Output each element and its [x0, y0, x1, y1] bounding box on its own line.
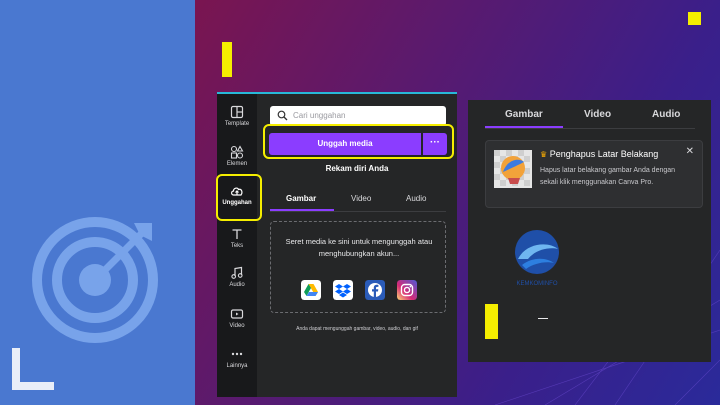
kominfo-logo: KEMKOMINFO	[515, 230, 559, 287]
yellow-accent-bar-bottom	[485, 304, 498, 339]
dropzone[interactable]: Seret media ke sini untuk mengunggah ata…	[270, 221, 446, 313]
text-icon	[232, 229, 242, 239]
instagram-icon[interactable]	[397, 280, 417, 300]
target-icon	[32, 217, 158, 343]
sidebar-rail: Template Elemen Unggahan Teks Audio Vide…	[217, 94, 257, 397]
promo-title: Penghapus Latar Belakang	[549, 149, 659, 159]
active-tab-indicator	[485, 126, 563, 128]
background-remover-thumbnail	[494, 150, 532, 188]
highlight-unggahan-tab	[216, 174, 262, 221]
dropbox-icon[interactable]	[333, 280, 353, 300]
tab-audio[interactable]: Audio	[652, 109, 680, 120]
divider	[485, 128, 695, 129]
facebook-icon[interactable]	[365, 280, 385, 300]
tab-video[interactable]: Video	[351, 194, 371, 203]
promo-card[interactable]: ♛ Penghapus Latar Belakang Hapus latar b…	[485, 140, 703, 208]
template-icon	[230, 105, 244, 119]
yellow-accent-bar	[222, 42, 232, 77]
sidebar-item-video[interactable]: Video	[217, 307, 257, 329]
record-yourself-button[interactable]: Rekam diri Anda	[257, 164, 457, 173]
yellow-accent-square	[688, 12, 701, 25]
more-dots-icon	[231, 352, 243, 356]
media-tabs: Gambar Video Audio	[270, 194, 446, 212]
sidebar-item-audio[interactable]: Audio	[217, 266, 257, 288]
tab-gambar[interactable]: Gambar	[286, 194, 316, 203]
sidebar-item-template[interactable]: Template	[217, 105, 257, 127]
close-icon[interactable]: ✕	[686, 146, 694, 157]
sidebar-item-label: Lainnya	[226, 363, 248, 369]
crown-icon: ♛	[540, 150, 548, 159]
divider	[270, 211, 446, 212]
search-input[interactable]: Cari unggahan	[270, 106, 446, 126]
corner-bracket	[12, 348, 54, 390]
tab-gambar[interactable]: Gambar	[505, 109, 543, 120]
tab-video[interactable]: Video	[584, 109, 611, 120]
dropzone-text: Seret media ke sini untuk mengunggah ata…	[285, 237, 433, 258]
google-drive-icon[interactable]	[301, 280, 321, 300]
sidebar-item-lainnya[interactable]: Lainnya	[217, 347, 257, 369]
upload-footnote: Anda dapat mengunggah gambar, video, aud…	[296, 326, 418, 332]
promo-title-row: ♛ Penghapus Latar Belakang	[540, 149, 658, 159]
sidebar-item-label: Teks	[230, 243, 244, 249]
sidebar-item-label: Template	[224, 121, 250, 127]
search-icon	[277, 110, 288, 121]
sidebar-item-label: Audio	[229, 282, 245, 288]
sidebar-item-label: Elemen	[226, 161, 248, 167]
sidebar-item-label: Video	[229, 323, 245, 329]
video-icon	[230, 309, 244, 319]
dash-mark	[538, 318, 548, 319]
sidebar-item-teks[interactable]: Teks	[217, 227, 257, 249]
music-note-icon	[231, 266, 243, 279]
shapes-icon	[230, 145, 244, 159]
sidebar-item-elemen[interactable]: Elemen	[217, 145, 257, 167]
highlight-upload-button	[263, 124, 454, 159]
left-decor-band	[0, 0, 195, 405]
logo-caption: KEMKOMINFO	[516, 281, 557, 287]
promo-description: Hapus latar belakang gambar Anda dengan …	[540, 167, 676, 186]
media-panel: Gambar Video Audio ♛ Penghapus Latar Bel…	[468, 100, 711, 362]
tab-audio[interactable]: Audio	[406, 194, 426, 203]
search-placeholder: Cari unggahan	[293, 111, 346, 120]
